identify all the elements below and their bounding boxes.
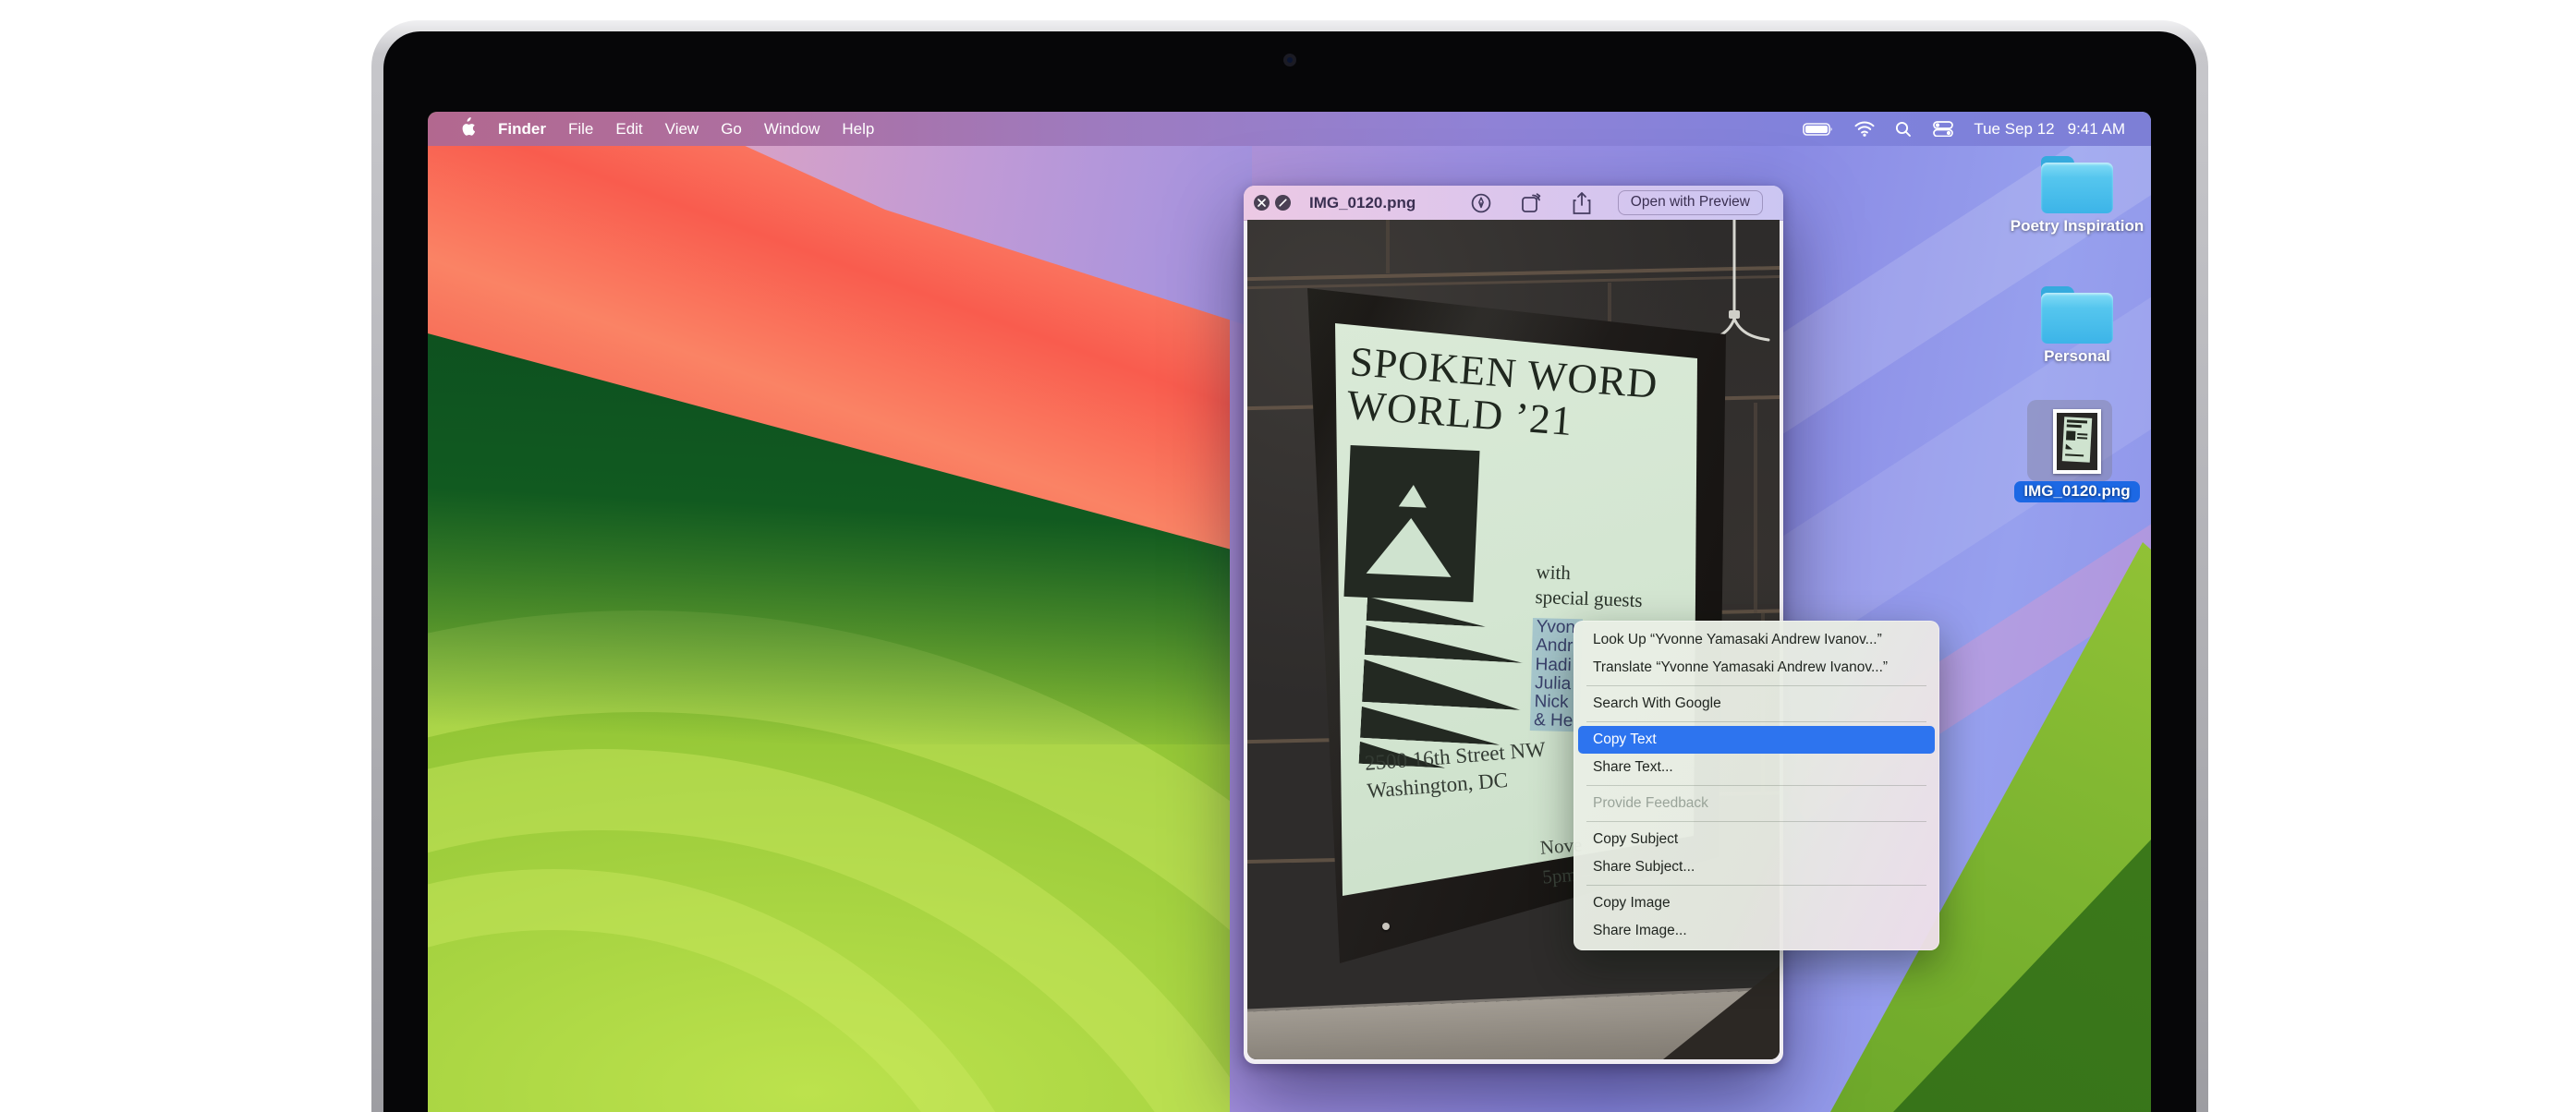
desktop-screen: Finder File Edit View Go Window Help: [428, 112, 2151, 1112]
menu-separator: [1586, 685, 1926, 686]
window-title: IMG_0120.png: [1309, 194, 1416, 212]
mortar-joint: [1754, 403, 1757, 613]
folder-icon: [2041, 156, 2113, 213]
battery-icon[interactable]: [1792, 122, 1844, 137]
menu-separator: [1586, 885, 1926, 886]
apple-logo-icon: [459, 117, 475, 136]
folder-icon: [2041, 286, 2113, 344]
close-button[interactable]: [1254, 195, 1270, 211]
selected-filename-pill: IMG_0120.png: [2014, 481, 2139, 502]
menu-separator: [1586, 821, 1926, 822]
desktop-icon-personal[interactable]: Personal: [2008, 286, 2146, 365]
wifi-icon[interactable]: [1844, 121, 1885, 137]
context-menu-item-provide-feedback: Provide Feedback: [1574, 790, 1939, 817]
menu-bar-time: 9:41 AM: [2068, 120, 2125, 139]
share-icon: [1572, 191, 1592, 215]
diagonal-slash-icon: [1279, 199, 1287, 207]
poster-guests-label: with special guests: [1535, 560, 1644, 614]
desktop-icon-img-0120[interactable]: IMG_0120.png: [2008, 409, 2146, 502]
webcam-icon: [1283, 54, 1296, 66]
context-menu-item-look-up[interactable]: Look Up “Yvonne Yamasaki Andrew Ivanov..…: [1574, 626, 1939, 654]
context-menu-item-copy-text[interactable]: Copy Text: [1578, 726, 1935, 754]
context-menu-item-copy-image[interactable]: Copy Image: [1574, 889, 1939, 917]
share-button[interactable]: [1572, 191, 1592, 215]
spotlight-search-icon[interactable]: [1885, 121, 1922, 138]
rotate-icon: [1520, 192, 1544, 214]
menu-item-edit[interactable]: Edit: [604, 120, 653, 139]
control-center-icon[interactable]: [1922, 121, 1964, 137]
markup-button[interactable]: [1470, 192, 1492, 214]
fullscreen-button[interactable]: [1275, 195, 1291, 211]
menu-item-file[interactable]: File: [557, 120, 604, 139]
image-file-icon: [2053, 409, 2101, 474]
rotate-button[interactable]: [1520, 192, 1544, 214]
desktop-icon-poetry-inspiration[interactable]: Poetry Inspiration: [2008, 156, 2146, 235]
menu-separator: [1586, 721, 1926, 722]
desktop-icon-label: Poetry Inspiration: [2008, 218, 2146, 235]
context-menu: Look Up “Yvonne Yamasaki Andrew Ivanov..…: [1574, 621, 1939, 950]
macbook-frame: Finder File Edit View Go Window Help: [371, 20, 2208, 1112]
apple-menu[interactable]: [459, 117, 487, 140]
frame-screw: [1382, 923, 1390, 930]
quicklook-titlebar[interactable]: IMG_0120.png: [1244, 186, 1783, 221]
menu-bar-date: Tue Sep 12: [1974, 120, 2054, 139]
menu-item-finder[interactable]: Finder: [487, 120, 557, 139]
context-menu-item-copy-subject[interactable]: Copy Subject: [1574, 826, 1939, 853]
close-icon: [1258, 199, 1266, 207]
menu-bar: Finder File Edit View Go Window Help: [428, 112, 2151, 146]
context-menu-item-translate[interactable]: Translate “Yvonne Yamasaki Andrew Ivanov…: [1574, 654, 1939, 682]
menu-separator: [1586, 785, 1926, 786]
poster-logo: [1343, 445, 1479, 602]
context-menu-item-share-subject[interactable]: Share Subject...: [1574, 853, 1939, 881]
pen-circle-icon: [1470, 192, 1492, 214]
open-with-preview-button[interactable]: Open with Preview: [1618, 190, 1763, 215]
context-menu-item-share-text[interactable]: Share Text...: [1574, 754, 1939, 781]
menu-item-view[interactable]: View: [654, 120, 711, 139]
desktop-icon-label: IMG_0120.png: [2008, 481, 2146, 502]
desktop-icon-label: Personal: [2008, 348, 2146, 365]
menu-item-help[interactable]: Help: [831, 120, 885, 139]
context-menu-item-share-image[interactable]: Share Image...: [1574, 917, 1939, 945]
menu-item-window[interactable]: Window: [753, 120, 831, 139]
menu-bar-clock[interactable]: Tue Sep 12 9:41 AM: [1964, 120, 2125, 139]
menu-item-go[interactable]: Go: [710, 120, 753, 139]
context-menu-item-search-with-google[interactable]: Search With Google: [1574, 690, 1939, 718]
